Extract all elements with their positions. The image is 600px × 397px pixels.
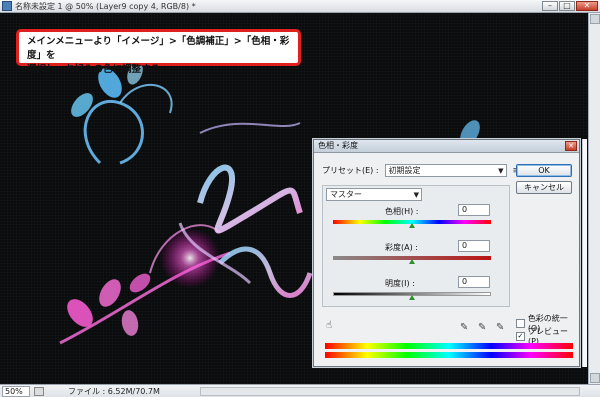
ok-button[interactable]: OK <box>516 164 572 177</box>
eyedropper-minus-icon[interactable]: ✎ <box>496 322 504 333</box>
hand-adjust-icon[interactable]: ☝ <box>326 320 332 331</box>
callout-line-2: 選択し、お好みの色に調整する。 <box>27 64 170 75</box>
lightness-input[interactable]: 0 <box>458 276 490 288</box>
channel-select[interactable]: マスター ▼ <box>326 188 422 201</box>
status-bar: 50% ファイル : 6.52M/70.7M <box>0 384 600 397</box>
window-title: 名称未設定 1 @ 50% (Layer9 copy 4, RGB/8) * <box>15 1 196 11</box>
minimize-button[interactable]: – <box>542 1 558 11</box>
result-color-bar <box>325 352 573 358</box>
saturation-label: 彩度(A) : <box>385 243 418 252</box>
dialog-title: 色相・彩度 <box>318 141 358 150</box>
callout-line-1: メインメニューより「イメージ」>「色調補正」>「色相・彩度」を <box>27 36 290 61</box>
scroll-down-button[interactable] <box>590 373 600 383</box>
dialog-title-bar: 色相・彩度 ✕ <box>314 140 579 153</box>
instruction-callout: メインメニューより「イメージ」>「色調補正」>「色相・彩度」を 選択し、お好みの… <box>16 29 301 75</box>
lightness-slider-thumb[interactable] <box>409 295 415 300</box>
vertical-scrollbar[interactable] <box>588 13 600 384</box>
document-info-icon[interactable] <box>34 386 44 396</box>
preset-select[interactable]: 初期設定 ▼ <box>384 164 507 177</box>
source-color-bar <box>325 343 573 349</box>
preset-row: プリセット(E) : 初期設定 ▼ ≡ <box>322 164 520 177</box>
dialog-close-button[interactable]: ✕ <box>565 141 577 151</box>
channel-value: マスター <box>330 190 362 199</box>
file-size-info[interactable]: ファイル : 6.52M/70.7M <box>68 386 160 397</box>
cancel-button[interactable]: キャンセル <box>516 181 572 194</box>
lightness-label: 明度(I) : <box>385 279 415 288</box>
hue-saturation-dialog: 色相・彩度 ✕ プリセット(E) : 初期設定 ▼ ≡ OK キャンセル マスタ… <box>313 139 580 367</box>
hue-input[interactable]: 0 <box>458 204 490 216</box>
close-button[interactable]: ✕ <box>576 1 598 11</box>
hue-slider-thumb[interactable] <box>409 223 415 228</box>
preset-value: 初期設定 <box>388 166 421 175</box>
saturation-slider-thumb[interactable] <box>409 259 415 264</box>
scroll-up-button[interactable] <box>590 14 600 24</box>
chevron-down-icon: ▼ <box>413 191 419 199</box>
panel-edge <box>582 139 587 367</box>
photoshop-doc-icon <box>2 1 12 11</box>
saturation-input[interactable]: 0 <box>458 240 490 252</box>
window-controls: – □ ✕ <box>542 1 598 11</box>
horizontal-scrollbar[interactable] <box>200 387 580 396</box>
eyedropper-icon[interactable]: ✎ <box>460 322 468 333</box>
preview-checkbox[interactable]: ✓ <box>516 331 525 341</box>
zoom-field[interactable]: 50% <box>2 385 30 397</box>
eyedropper-plus-icon[interactable]: ✎ <box>478 322 486 333</box>
window-title-bar: 名称未設定 1 @ 50% (Layer9 copy 4, RGB/8) * –… <box>0 0 600 13</box>
maximize-button[interactable]: □ <box>559 1 575 11</box>
chevron-down-icon: ▼ <box>498 167 504 175</box>
preset-label: プリセット(E) : <box>322 166 379 175</box>
hue-label: 色相(H) : <box>385 207 419 216</box>
adjustment-group: マスター ▼ 色相(H) : 0 彩度(A) : 0 明度(I) : 0 <box>322 185 510 307</box>
